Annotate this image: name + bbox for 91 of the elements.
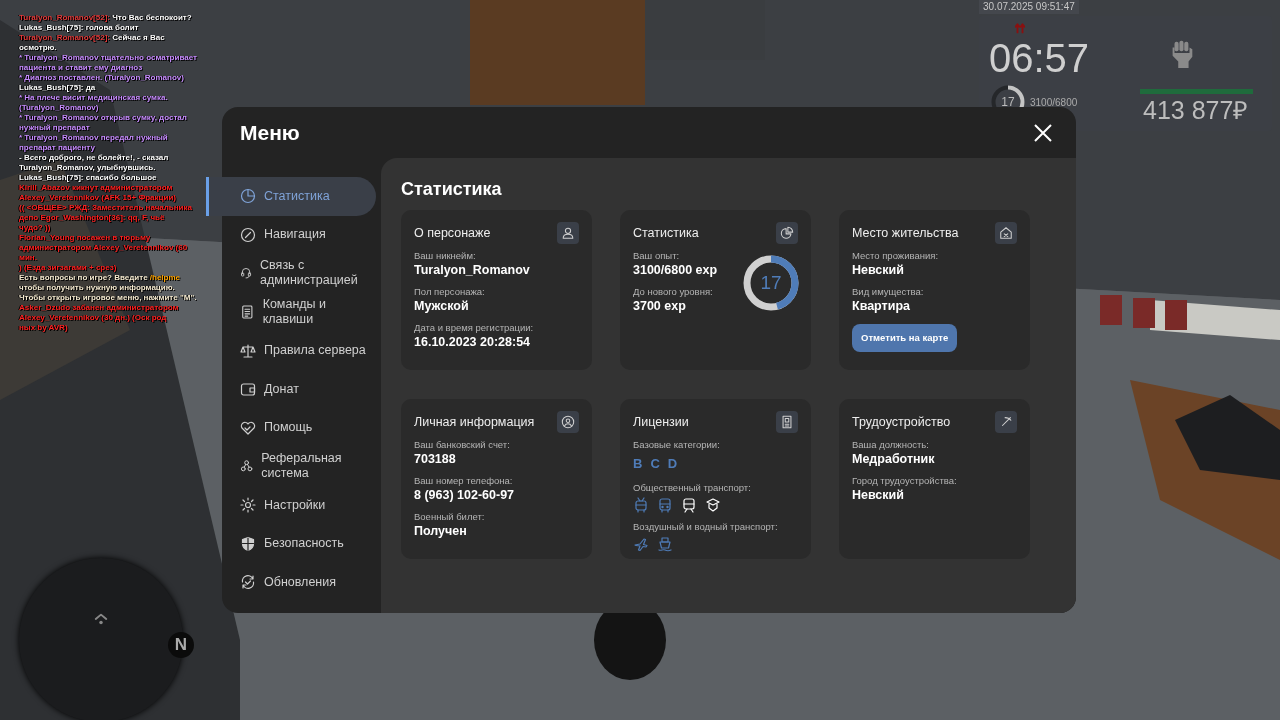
field-label: Пол персонажа: (414, 286, 486, 298)
level-ring (743, 255, 799, 311)
sidebar-item[interactable]: Связь с администрацией (206, 254, 376, 293)
chat-message: Turalyon_Romanov[52]: Сейчас я Вас осмотрю. (19, 33, 166, 53)
shield-icon (240, 535, 256, 552)
id-card-icon (780, 415, 794, 429)
field-value: 3100/6800 exp (633, 262, 719, 279)
field-value: 703188 (414, 451, 457, 468)
pickaxe-icon (999, 415, 1013, 429)
chat-message: Чтобы открыть игровое меню, нажмите "M". (19, 293, 198, 303)
field-label: Ваш опыт: (633, 250, 681, 262)
field-value: 16.10.2023 20:28:54 (414, 334, 532, 351)
field-label: Базовые категории: (633, 439, 721, 451)
sidebar-item[interactable]: Обновления (206, 562, 376, 602)
field-label: Воздушный и водный транспорт: (633, 520, 779, 533)
field-label: До нового уровня: (633, 286, 714, 298)
field-label: Военный билет: (414, 511, 486, 523)
field-label: Ваша должность: (852, 439, 930, 451)
sidebar-item[interactable]: Донат (206, 369, 376, 409)
sidebar-item[interactable]: Навигация (206, 215, 376, 255)
sidebar-item[interactable]: Статистика (206, 177, 376, 216)
player-arrow-icon (93, 612, 109, 626)
card-title: Место жительства (852, 224, 959, 242)
scales-icon (240, 342, 256, 359)
chat-message: Florian_Young посажен в тюрьму администратором Alexey_Veretennikov (60 мин. (19, 233, 189, 263)
person-icon (561, 226, 575, 240)
sidebar-item[interactable]: Правила сервера (206, 331, 376, 370)
field-label: Общественный транспорт: (633, 481, 752, 494)
sidebar-item[interactable]: Безопасность (206, 524, 376, 563)
chat-message: * Turalyon_Romanov открыв сумку, достал нужный препарат (19, 113, 188, 133)
field-value: Невский (852, 487, 905, 504)
headset-icon (240, 265, 253, 282)
card-title: Трудоустройство (852, 413, 951, 431)
field-label: Ваш никнейм: (414, 250, 477, 262)
field-value: Получен (414, 523, 468, 540)
field-value: Квартира (852, 298, 911, 315)
menu-title: Меню (240, 119, 300, 146)
document-icon (240, 304, 255, 321)
chat-message: ных by AVR) (19, 323, 69, 333)
card-title: Личная информация (414, 413, 535, 431)
sidebar-item[interactable]: Команды и клавиши (206, 292, 376, 332)
field-label: Вид имущества: (852, 286, 925, 298)
card-title: Лицензии (633, 413, 689, 431)
user-circle-icon (561, 415, 575, 429)
chat-message: ) (Езда зигзагами + срез) (19, 263, 118, 273)
field-value: Мужской (414, 298, 470, 315)
chat-message: Есть вопросы по игре? Введите /helpme чтобы получить нужную информацию. (19, 273, 182, 293)
sidebar-item[interactable]: Реферальная система (206, 447, 376, 486)
chat-message: * На плече висит медицинская сумка. (Turalyon_Romanov) (19, 93, 169, 113)
card-title: Статистика (633, 224, 699, 242)
level-number: 17 (760, 273, 782, 293)
chat-message: Lukas_Bush[75]: да (19, 83, 97, 93)
license-category: C (650, 455, 660, 473)
chat-message: - Всего доброго, не болейте!, - сказал Turalyon_Romanov, улыбнувшись. (19, 153, 170, 173)
date-time-text: 30.07.2025 09:51:47 (979, 0, 1079, 14)
chat-message: Kirill_Abazov кикнут администратором Alexey_Veretennikov (AFK 15+ Фракции) (19, 183, 177, 203)
chat-message: * Turalyon_Romanov передал нужный препарат пациенту (19, 133, 169, 153)
sidebar-item[interactable]: Помощь (206, 408, 376, 448)
level-number: 17 (1001, 95, 1015, 109)
card-title: О персонаже (414, 224, 491, 242)
game-time: 06:57 (989, 36, 1090, 80)
field-label: Ваш банковский счет: (414, 439, 511, 451)
field-value: Turalyon_Romanov (414, 262, 531, 279)
house-icon (999, 226, 1013, 240)
field-value: Медработник (852, 451, 936, 468)
field-value: Невский (852, 262, 905, 279)
chat-message: чудо? )) (19, 223, 52, 233)
map-button[interactable]: Отметить на карте (852, 324, 958, 353)
field-label: Ваш номер телефона: (414, 475, 514, 487)
money-amount: 413 877₽ (1143, 95, 1249, 126)
chat-message: Turalyon_Romanov[52]: Что Вас беспокоит? (19, 13, 193, 23)
license-category: B (633, 455, 643, 473)
chart-icon (240, 188, 256, 205)
field-value: 8 (963) 102-60-97 (414, 487, 516, 504)
field-label: Место проживания: (852, 250, 940, 262)
license-category: D (667, 455, 678, 473)
wanted-icon (1015, 22, 1025, 34)
field-label: Дата и время регистрации: (414, 322, 535, 334)
chat-message: Lukas_Bush[75]: спасибо большое (19, 173, 158, 183)
wallet-icon (240, 381, 256, 398)
sidebar-item[interactable]: Настройки (206, 485, 376, 525)
pie-chart-icon (780, 226, 794, 240)
chat-message: Lukas_Bush[75]: голова болит (19, 23, 140, 33)
refresh-icon (240, 574, 256, 591)
field-value: 3700 exp (633, 298, 687, 315)
chat-message: * Диагноз поставлен. (Turalyon_Romanov) (19, 73, 185, 83)
chat-message: * Turalyon_Romanov тщательно осматривает пациента и ставит ему диагноз (19, 53, 198, 73)
field-label: Город трудоустройства: (852, 475, 958, 487)
heart-icon (240, 419, 256, 436)
page-title: Статистика (401, 178, 503, 201)
experience-text: 3100/6800 (1030, 96, 1078, 110)
